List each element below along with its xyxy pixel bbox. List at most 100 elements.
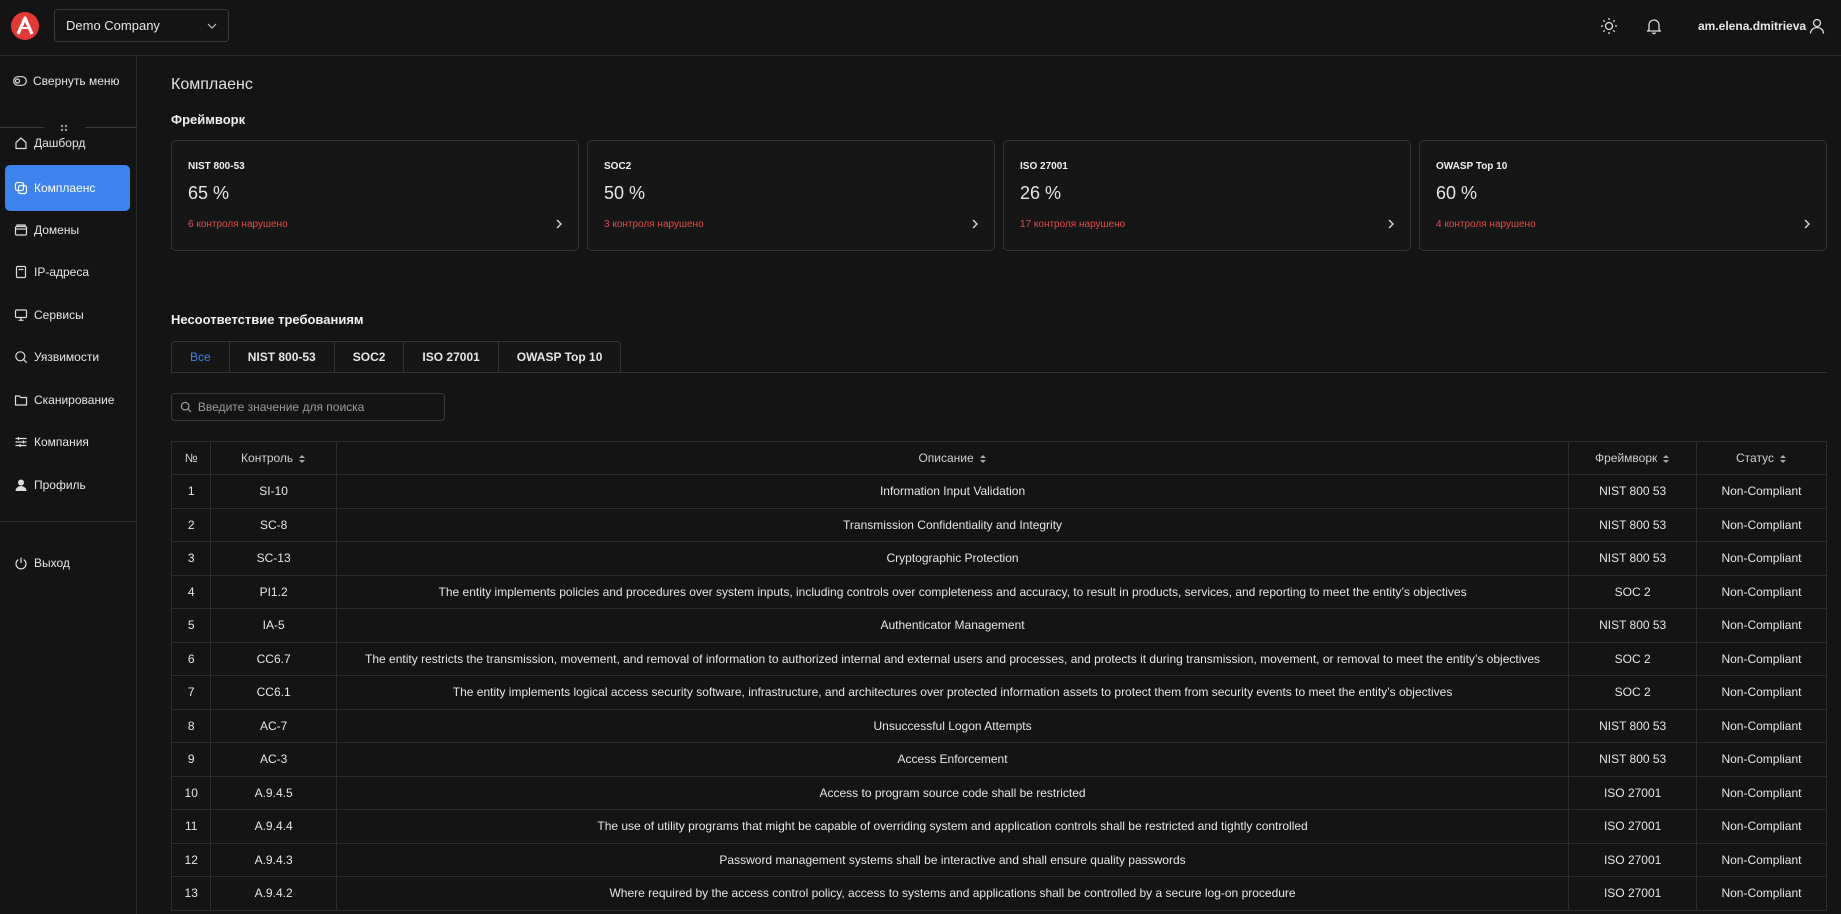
framework-card-owasp[interactable]: OWASP Top 10 60 % 4 контроля нарушено [1419,140,1827,251]
cell-number: 12 [170,842,212,877]
sidebar-item-label: Дашборд [34,136,86,150]
column-header-description[interactable]: Описание [335,441,1570,475]
sidebar-item-services[interactable]: Сервисы [5,292,130,338]
cell-description: The entity implements logical access sec… [335,675,1570,710]
sidebar-item-dashboard[interactable]: Дашборд [5,120,130,166]
cell-number: 4 [170,574,212,609]
table-row[interactable]: 10 A.9.4.5 Access to program source code s… [170,775,1828,810]
column-header-control[interactable]: Контроль [210,441,337,475]
sidebar-item-label: Сканирование [34,393,115,407]
column-header-label: № [184,451,198,465]
column-header-status[interactable]: Статус [1695,441,1828,475]
table-row[interactable]: 8 AC-7 Unsuccessful Logon Attempts NIST 800… [170,708,1828,743]
framework-card-iso27001[interactable]: ISO 27001 26 % 17 контроля нарушено [1003,140,1411,251]
layers-icon [14,181,28,195]
sidebar-item-ip-addresses[interactable]: IP-адреса [5,249,130,295]
user-icon [15,479,27,491]
column-header-label: Описание [918,451,974,465]
document-icon [15,265,27,279]
cell-framework: NIST 800 53 [1568,507,1697,542]
sidebar-item-label: Компания [34,435,89,449]
sort-icon[interactable] [1662,453,1670,465]
sidebar-item-scanning[interactable]: Сканирование [5,377,130,423]
sidebar-item-label: Домены [34,223,80,237]
cell-framework: SOC 2 [1568,574,1697,609]
cell-description: Information Input Validation [335,474,1570,509]
frameworks-section-title: Фреймворк [171,112,246,127]
framework-card-name: ISO 27001 [1020,161,1068,172]
table-row[interactable]: 6 CC6.7 The entity restricts the transmiss… [170,641,1828,676]
cell-control: SC-13 [210,541,337,576]
main-content: Комплаенс Фреймворк NIST 800-53 65 % 6 к… [137,56,1841,914]
top-bar: Demo Company am.elena.dmitrieva [0,0,1841,56]
table-row[interactable]: 4 PI1.2 The entity implements policies and… [170,574,1828,609]
home-icon [15,137,27,150]
cell-number: 5 [170,608,212,643]
user-profile-icon[interactable] [1808,17,1826,35]
sidebar: Свернуть меню Дашборд Комплаенс Домены I… [0,56,137,914]
notifications-bell-icon[interactable] [1645,17,1663,35]
sidebar-item-label: IP-адреса [34,265,90,279]
tabs-underline [171,372,1827,373]
tab-owasp[interactable]: OWASP Top 10 [498,341,622,373]
table-row[interactable]: 12 A.9.4.3 Password management systems sha… [170,842,1828,877]
cell-status: Non-Compliant [1695,742,1828,777]
cell-status: Non-Compliant [1695,474,1828,509]
tab-nist[interactable]: NIST 800-53 [229,341,335,373]
app-logo-icon[interactable] [10,11,40,41]
table-row[interactable]: 3 SC-13 Cryptographic Protection NIST 800 5… [170,541,1828,576]
table-row[interactable]: 5 IA-5 Authenticator Management NIST 800 53… [170,608,1828,643]
cell-number: 9 [170,742,212,777]
cell-description: Cryptographic Protection [335,541,1570,576]
logout-button[interactable]: Выход [5,540,130,586]
sort-icon[interactable] [979,453,987,465]
cell-status: Non-Compliant [1695,775,1828,810]
framework-card-percent: 50 % [604,183,646,203]
table-row[interactable]: 2 SC-8 Transmission Confidentiality and In… [170,507,1828,542]
tab-soc2[interactable]: SOC2 [334,341,405,373]
sidebar-item-compliance[interactable]: Комплаенс [5,165,130,211]
noncompliance-section-title: Несоответствие требованиям [171,312,364,327]
sidebar-item-profile[interactable]: Профиль [5,462,130,508]
tab-all[interactable]: Все [171,341,230,373]
company-select-value: Demo Company [66,18,160,33]
chevron-right-icon [1388,219,1394,229]
table-row[interactable]: 9 AC-3 Access Enforcement NIST 800 53 Non-Co… [170,742,1828,777]
sort-icon[interactable] [298,453,306,465]
framework-card-soc2[interactable]: SOC2 50 % 3 контроля нарушено [587,140,995,251]
framework-card-violations: 6 контроля нарушено [188,219,288,230]
tab-iso27001[interactable]: ISO 27001 [404,341,499,373]
sidebar-item-label: Сервисы [34,308,84,322]
cell-number: 6 [170,641,212,676]
column-header-framework[interactable]: Фреймворк [1568,441,1697,475]
cell-status: Non-Compliant [1695,507,1828,542]
search-input[interactable] [197,400,436,414]
cell-framework: NIST 800 53 [1568,608,1697,643]
collapse-menu-button[interactable]: Свернуть меню [13,74,120,88]
cell-framework: NIST 800 53 [1568,708,1697,743]
username[interactable]: am.elena.dmitrieva [1698,19,1806,33]
framework-card-percent: 26 % [1020,183,1062,203]
framework-tabs: Все NIST 800-53 SOC2 ISO 27001 OWASP Top… [171,341,622,373]
cell-control: SI-10 [210,474,337,509]
sort-icon[interactable] [1779,453,1787,465]
table-row[interactable]: 13 A.9.4.2 Where required by the access co… [170,876,1828,911]
cell-number: 7 [170,675,212,710]
search-icon [180,401,192,413]
table-row[interactable]: 11 A.9.4.4 The use of utility programs tha… [170,809,1828,844]
sidebar-item-vulnerabilities[interactable]: Уязвимости [5,334,130,380]
folder-outline-icon [14,395,28,406]
company-select[interactable]: Demo Company [54,9,229,42]
cell-control: IA-5 [210,608,337,643]
framework-card-nist[interactable]: NIST 800-53 65 % 6 контроля нарушено [171,140,579,251]
table-row[interactable]: 7 CC6.1 The entity implements logical acce… [170,675,1828,710]
search-box [171,393,445,421]
sidebar-item-company[interactable]: Компания [5,419,130,465]
sidebar-item-domains[interactable]: Домены [5,207,130,253]
theme-toggle-sun-icon[interactable] [1600,17,1618,35]
cell-framework: SOC 2 [1568,675,1697,710]
cell-number: 11 [170,809,212,844]
cell-status: Non-Compliant [1695,574,1828,609]
table-row[interactable]: 1 SI-10 Information Input Validation NIST 8… [170,474,1828,509]
cell-number: 3 [170,541,212,576]
